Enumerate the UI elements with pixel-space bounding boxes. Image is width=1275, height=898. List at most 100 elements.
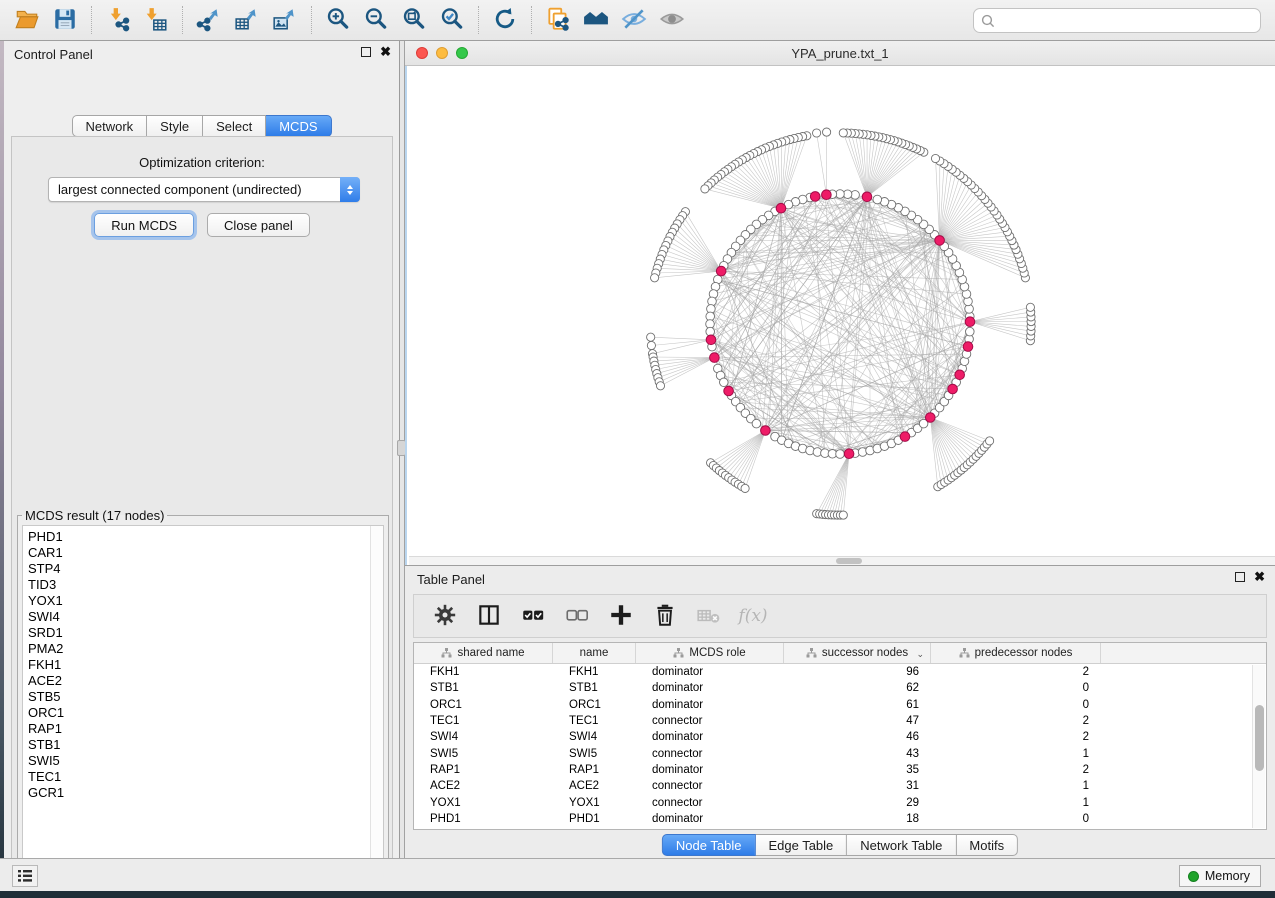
table-row[interactable]: ORC1ORC1dominator610 bbox=[414, 697, 1266, 713]
new-network-from-selection-button[interactable] bbox=[539, 4, 577, 36]
mcds-result-list[interactable]: PHD1CAR1STP4TID3YOX1SWI4SRD1PMA2FKH1ACE2… bbox=[22, 525, 384, 872]
hide-selected-button[interactable] bbox=[615, 4, 653, 36]
network-hscroll-thumb[interactable] bbox=[836, 558, 862, 564]
result-node-item[interactable]: SWI5 bbox=[28, 753, 383, 769]
result-node-item[interactable]: STB5 bbox=[28, 689, 383, 705]
delete-column-button[interactable] bbox=[650, 601, 680, 631]
table-row[interactable]: SWI4SWI4dominator462 bbox=[414, 729, 1266, 745]
first-neighbors-button[interactable] bbox=[577, 4, 615, 36]
mcds-node[interactable] bbox=[716, 266, 726, 276]
table-settings-gear-button[interactable] bbox=[430, 601, 460, 631]
result-node-item[interactable]: RAP1 bbox=[28, 721, 383, 737]
result-node-item[interactable]: SRD1 bbox=[28, 625, 383, 641]
search-input[interactable] bbox=[995, 13, 1260, 28]
result-list-scrollbar[interactable] bbox=[370, 526, 383, 871]
tab-mcds[interactable]: MCDS bbox=[266, 115, 331, 137]
run-mcds-button[interactable]: Run MCDS bbox=[94, 213, 194, 237]
tab-edge-table[interactable]: Edge Table bbox=[755, 834, 847, 856]
show-all-button[interactable] bbox=[653, 4, 691, 36]
add-column-button[interactable] bbox=[606, 601, 636, 631]
zoom-selected-button[interactable] bbox=[433, 4, 471, 36]
tab-node-table[interactable]: Node Table bbox=[662, 834, 756, 856]
result-node-item[interactable]: PMA2 bbox=[28, 641, 383, 657]
save-session-button[interactable] bbox=[46, 4, 84, 36]
tab-network-table[interactable]: Network Table bbox=[847, 834, 956, 856]
cell-MCDS-role: dominator bbox=[636, 764, 784, 776]
result-node-item[interactable]: PHD1 bbox=[28, 529, 383, 545]
mcds-node[interactable] bbox=[761, 426, 771, 436]
column-header-successor-nodes[interactable]: successor nodes⌄ bbox=[784, 643, 931, 663]
result-node-item[interactable]: ORC1 bbox=[28, 705, 383, 721]
result-node-item[interactable]: SWI4 bbox=[28, 609, 383, 625]
table-row[interactable]: YOX1YOX1connector291 bbox=[414, 794, 1266, 810]
mcds-node[interactable] bbox=[963, 342, 973, 352]
mcds-node[interactable] bbox=[776, 203, 786, 213]
zoom-in-button[interactable] bbox=[319, 4, 357, 36]
export-network-button[interactable] bbox=[190, 4, 228, 36]
network-canvas[interactable] bbox=[405, 66, 1275, 565]
show-column-panel-button[interactable] bbox=[474, 601, 504, 631]
result-node-item[interactable]: ACE2 bbox=[28, 673, 383, 689]
column-header-shared-name[interactable]: shared name bbox=[414, 643, 553, 663]
network-hscrollbar[interactable] bbox=[409, 556, 1275, 565]
table-row[interactable]: STB1STB1dominator620 bbox=[414, 680, 1266, 696]
column-header-predecessor-nodes[interactable]: predecessor nodes bbox=[931, 643, 1101, 663]
refresh-view-button[interactable] bbox=[486, 4, 524, 36]
optimization-criterion-select[interactable]: largest connected component (undirected) bbox=[48, 177, 360, 202]
tab-style[interactable]: Style bbox=[147, 115, 203, 137]
mcds-node[interactable] bbox=[862, 192, 872, 202]
mcds-node[interactable] bbox=[935, 236, 945, 246]
column-header-name[interactable]: name bbox=[553, 643, 636, 663]
table-vscrollbar[interactable] bbox=[1252, 665, 1265, 828]
mcds-node[interactable] bbox=[948, 384, 958, 394]
export-table-button[interactable] bbox=[228, 4, 266, 36]
export-image-button[interactable] bbox=[266, 4, 304, 36]
import-network-button[interactable] bbox=[99, 4, 137, 36]
mcds-node[interactable] bbox=[926, 413, 936, 423]
tab-motifs[interactable]: Motifs bbox=[956, 834, 1018, 856]
result-node-item[interactable]: STB1 bbox=[28, 737, 383, 753]
node-table[interactable]: shared namenameMCDS rolesuccessor nodes⌄… bbox=[413, 642, 1267, 830]
close-panel-icon[interactable]: ✖ bbox=[380, 47, 391, 57]
memory-button[interactable]: Memory bbox=[1179, 865, 1261, 887]
open-file-button[interactable] bbox=[8, 4, 46, 36]
mcds-node[interactable] bbox=[706, 335, 716, 345]
mcds-node[interactable] bbox=[900, 432, 910, 442]
result-node-item[interactable]: TID3 bbox=[28, 577, 383, 593]
table-vscroll-thumb[interactable] bbox=[1255, 705, 1264, 771]
close-panel-button[interactable]: Close panel bbox=[207, 213, 310, 237]
table-row[interactable]: RAP1RAP1dominator352 bbox=[414, 762, 1266, 778]
zoom-out-button[interactable] bbox=[357, 4, 395, 36]
select-all-columns-button[interactable] bbox=[518, 601, 548, 631]
table-row[interactable]: TEC1TEC1connector472 bbox=[414, 713, 1266, 729]
search-box[interactable] bbox=[973, 8, 1261, 33]
mcds-node[interactable] bbox=[844, 449, 854, 459]
float-table-panel-icon[interactable] bbox=[1235, 572, 1245, 582]
zoom-fit-button[interactable] bbox=[395, 4, 433, 36]
mcds-node[interactable] bbox=[710, 353, 720, 363]
table-row[interactable]: ACE2ACE2connector311 bbox=[414, 778, 1266, 794]
close-table-panel-icon[interactable]: ✖ bbox=[1254, 572, 1265, 582]
mcds-node[interactable] bbox=[822, 190, 832, 200]
unselect-all-columns-button[interactable] bbox=[562, 601, 592, 631]
result-node-item[interactable]: CAR1 bbox=[28, 545, 383, 561]
mcds-node[interactable] bbox=[810, 192, 820, 202]
result-node-item[interactable]: FKH1 bbox=[28, 657, 383, 673]
tab-network[interactable]: Network bbox=[71, 115, 147, 137]
float-panel-icon[interactable] bbox=[361, 47, 371, 57]
network-graph[interactable] bbox=[407, 66, 1275, 565]
task-history-button[interactable] bbox=[12, 865, 38, 887]
table-row[interactable]: PHD1PHD1dominator180 bbox=[414, 811, 1266, 827]
result-node-item[interactable]: GCR1 bbox=[28, 785, 383, 801]
result-node-item[interactable]: TEC1 bbox=[28, 769, 383, 785]
import-table-button[interactable] bbox=[137, 4, 175, 36]
mcds-node[interactable] bbox=[965, 317, 975, 327]
table-row[interactable]: FKH1FKH1dominator962 bbox=[414, 664, 1266, 680]
mcds-node[interactable] bbox=[955, 370, 965, 380]
result-node-item[interactable]: YOX1 bbox=[28, 593, 383, 609]
table-row[interactable]: SWI5SWI5connector431 bbox=[414, 745, 1266, 761]
column-header-MCDS-role[interactable]: MCDS role bbox=[636, 643, 784, 663]
result-node-item[interactable]: STP4 bbox=[28, 561, 383, 577]
mcds-node[interactable] bbox=[724, 386, 734, 396]
tab-select[interactable]: Select bbox=[203, 115, 266, 137]
